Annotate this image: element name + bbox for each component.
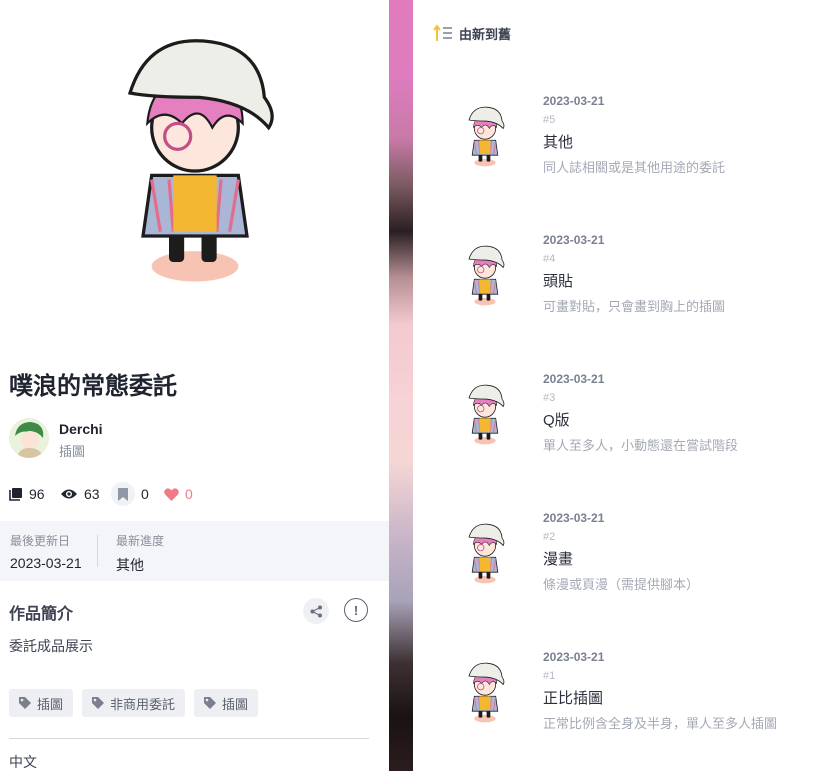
sort-icon bbox=[433, 24, 452, 41]
author-avatar[interactable] bbox=[9, 418, 49, 458]
chapter-item[interactable]: 2023-03-21 #4 頭貼 可畫對貼，只會畫到胸上的插圖 bbox=[413, 233, 837, 343]
author-role: 插圖 bbox=[59, 444, 86, 459]
work-info-panel: 噗浪的常態委託 Derchi 插圖 96 63 0 0 最後更新日 2023-0… bbox=[0, 0, 389, 771]
chapter-number: #4 bbox=[543, 253, 556, 265]
info-divider bbox=[97, 535, 98, 567]
chapter-thumbnail[interactable] bbox=[457, 382, 513, 446]
language-label: 中文 bbox=[9, 754, 37, 770]
synopsis-text: 委託成品展示 bbox=[9, 638, 93, 654]
synopsis-heading: 作品簡介 bbox=[9, 606, 74, 623]
pages-stat: 96 bbox=[9, 482, 45, 506]
tag-list: 插圖 非商用委託 插圖 bbox=[9, 689, 259, 717]
bookmark-icon bbox=[118, 487, 128, 501]
chapter-date: 2023-03-21 bbox=[543, 372, 605, 386]
chapter-title[interactable]: 其他 bbox=[543, 131, 573, 152]
stats-row: 96 63 0 0 bbox=[9, 482, 379, 506]
chapter-date: 2023-03-21 bbox=[543, 94, 605, 108]
pages-count: 96 bbox=[29, 486, 45, 502]
tag-icon bbox=[92, 697, 105, 709]
avatar-illustration bbox=[9, 418, 49, 458]
views-stat: 63 bbox=[60, 482, 100, 506]
chapter-title[interactable]: 頭貼 bbox=[543, 270, 573, 291]
sort-label: 由新到舊 bbox=[459, 26, 512, 42]
author-name[interactable]: Derchi bbox=[59, 421, 103, 437]
sort-toggle[interactable]: 由新到舊 bbox=[433, 23, 511, 43]
update-info: 最後更新日 2023-03-21 最新進度 其他 bbox=[0, 521, 389, 581]
work-title: 噗浪的常態委託 bbox=[9, 373, 177, 400]
chapter-number: #1 bbox=[543, 670, 556, 682]
chapter-item[interactable]: 2023-03-21 #5 其他 同人誌相關或是其他用途的委託 bbox=[413, 94, 837, 204]
chapter-description: 條漫或頁漫（需提供腳本） bbox=[543, 577, 700, 592]
chapter-thumbnail[interactable] bbox=[457, 521, 513, 585]
chapter-number: #2 bbox=[543, 531, 556, 543]
chapter-list-panel: 由新到舊 2023-03-21 #5 其他 同人誌相關或是其他用途的委託 202… bbox=[413, 0, 837, 771]
tag-label: 插圖 bbox=[222, 696, 249, 712]
chapter-description: 單人至多人，小動態還在嘗試階段 bbox=[543, 438, 739, 453]
chapter-title[interactable]: Q版 bbox=[543, 409, 570, 430]
tag-chip[interactable]: 插圖 bbox=[9, 689, 74, 717]
section-divider bbox=[9, 738, 369, 739]
last-update: 最後更新日 2023-03-21 bbox=[10, 532, 82, 571]
tag-chip[interactable]: 插圖 bbox=[194, 689, 259, 717]
chapter-thumbnail[interactable] bbox=[457, 243, 513, 307]
chapter-thumbnail[interactable] bbox=[457, 104, 513, 168]
cover-illustration[interactable] bbox=[80, 28, 310, 288]
chapter-date: 2023-03-21 bbox=[543, 650, 605, 664]
tag-chip[interactable]: 非商用委託 bbox=[82, 689, 186, 717]
latest-progress: 最新進度 其他 bbox=[116, 532, 164, 575]
likes-stat[interactable]: 0 bbox=[164, 482, 193, 506]
author-block[interactable]: Derchi 插圖 bbox=[9, 418, 309, 460]
last-update-label: 最後更新日 bbox=[10, 534, 71, 548]
chapter-item[interactable]: 2023-03-21 #1 正比插圖 正常比例含全身及半身，單人至多人插圖 bbox=[413, 650, 837, 760]
pages-icon bbox=[9, 488, 22, 501]
chapter-item[interactable]: 2023-03-21 #2 漫畫 條漫或頁漫（需提供腳本） bbox=[413, 511, 837, 621]
chapter-thumbnail[interactable] bbox=[457, 660, 513, 724]
tag-label: 非商用委託 bbox=[110, 696, 176, 712]
background-image-strip bbox=[389, 0, 413, 771]
heart-icon[interactable] bbox=[164, 487, 179, 501]
latest-progress-value[interactable]: 其他 bbox=[116, 555, 164, 575]
bookmark-button[interactable] bbox=[111, 482, 135, 506]
chapter-description: 可畫對貼，只會畫到胸上的插圖 bbox=[543, 299, 726, 314]
share-icon bbox=[310, 605, 322, 617]
latest-progress-label: 最新進度 bbox=[116, 534, 165, 548]
chapter-number: #3 bbox=[543, 392, 556, 404]
chapter-description: 正常比例含全身及半身，單人至多人插圖 bbox=[543, 716, 778, 731]
chapter-date: 2023-03-21 bbox=[543, 233, 605, 247]
report-icon[interactable]: ! bbox=[344, 598, 368, 622]
likes-count: 0 bbox=[185, 486, 193, 502]
last-update-value: 2023-03-21 bbox=[10, 555, 82, 571]
share-button[interactable] bbox=[303, 598, 329, 624]
chapter-title[interactable]: 正比插圖 bbox=[543, 687, 603, 708]
chapter-date: 2023-03-21 bbox=[543, 511, 605, 525]
views-count: 63 bbox=[84, 486, 100, 502]
eye-icon bbox=[61, 489, 77, 499]
chapter-description: 同人誌相關或是其他用途的委託 bbox=[543, 160, 726, 175]
bookmark-stat[interactable]: 0 bbox=[111, 482, 149, 506]
bookmark-count: 0 bbox=[141, 486, 149, 502]
chapter-title[interactable]: 漫畫 bbox=[543, 548, 573, 569]
chapter-number: #5 bbox=[543, 114, 556, 126]
tag-icon bbox=[19, 697, 31, 709]
tag-icon bbox=[204, 697, 217, 709]
chapter-item[interactable]: 2023-03-21 #3 Q版 單人至多人，小動態還在嘗試階段 bbox=[413, 372, 837, 482]
tag-label: 插圖 bbox=[37, 696, 64, 712]
